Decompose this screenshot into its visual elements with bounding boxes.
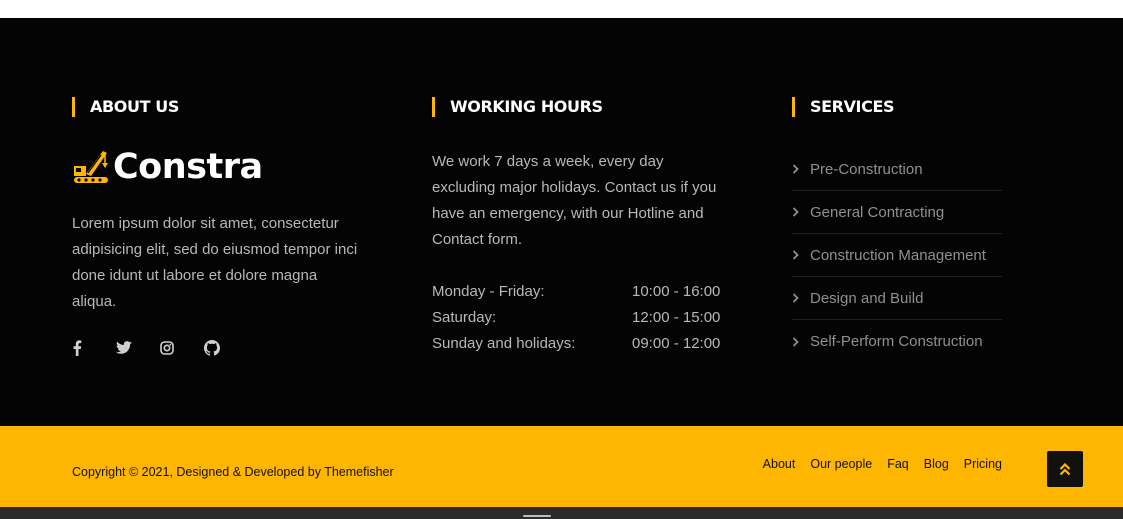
double-chevron-up-icon <box>1059 462 1071 475</box>
services-title: SERVICES <box>792 97 895 117</box>
hours-time: 10:00 - 16:00 <box>632 283 721 300</box>
chevron-right-icon <box>792 336 810 347</box>
hours-time: 09:00 - 12:00 <box>632 335 721 352</box>
chevron-right-icon <box>792 164 810 174</box>
scroll-handle[interactable] <box>523 515 551 517</box>
hours-title: WORKING HOURS <box>432 97 603 117</box>
hours-row: Sunday and holidays: 09:00 - 12:00 <box>432 331 722 357</box>
social-links <box>72 340 248 356</box>
instagram-icon[interactable] <box>160 340 204 356</box>
about-title: ABOUT US <box>72 97 179 117</box>
service-label: Self-Perform Construction <box>810 333 983 350</box>
crane-icon <box>74 151 108 183</box>
hours-row: Monday - Friday: 10:00 - 16:00 <box>432 279 722 305</box>
service-link-design-and-build[interactable]: Design and Build <box>792 277 1002 320</box>
about-text: Lorem ipsum dolor sit amet, consectetur … <box>72 215 358 310</box>
hours-table: Monday - Friday: 10:00 - 16:00 Saturday:… <box>432 279 722 357</box>
facebook-icon[interactable] <box>72 340 116 356</box>
hours-day: Sunday and holidays: <box>432 335 576 352</box>
footer-link-our-people[interactable]: Our people <box>810 456 872 472</box>
service-link-pre-construction[interactable]: Pre-Construction <box>792 148 1002 191</box>
logo-text: Constra <box>113 147 263 187</box>
back-to-top-button[interactable] <box>1047 451 1083 487</box>
chevron-right-icon <box>792 250 810 260</box>
top-strip <box>0 0 1123 18</box>
footer-menu: About Our people Faq Blog Pricing <box>748 456 1002 472</box>
service-label: Pre-Construction <box>810 160 923 178</box>
hours-day: Monday - Friday: <box>432 283 545 300</box>
copyright-text: Copyright © 2021, Designed & Developed b… <box>72 465 394 479</box>
copyright-bar: Copyright © 2021, Designed & Developed b… <box>0 426 1123 507</box>
twitter-icon[interactable] <box>116 340 160 356</box>
chevron-right-icon <box>792 207 810 217</box>
hours-time: 12:00 - 15:00 <box>632 309 721 326</box>
hours-day: Saturday: <box>432 309 497 326</box>
footer-link-about[interactable]: About <box>763 456 796 472</box>
service-link-self-perform-construction[interactable]: Self-Perform Construction <box>792 320 1002 363</box>
footer-link-faq[interactable]: Faq <box>887 456 909 472</box>
footer-main: ABOUT US Constra Lorem ipsum dolor sit a… <box>0 18 1123 426</box>
logo[interactable]: Constra <box>72 146 272 188</box>
hours-text: We work 7 days a week, every day excludi… <box>432 153 717 248</box>
services-list: Pre-Construction General Contracting Con… <box>792 148 1002 363</box>
footer-link-pricing[interactable]: Pricing <box>964 456 1002 472</box>
github-icon[interactable] <box>204 340 248 356</box>
chevron-right-icon <box>792 293 810 303</box>
service-label: General Contracting <box>810 203 945 221</box>
service-label: Construction Management <box>810 246 986 264</box>
service-link-construction-management[interactable]: Construction Management <box>792 234 1002 277</box>
footer-link-blog[interactable]: Blog <box>924 456 949 472</box>
hours-row: Saturday: 12:00 - 15:00 <box>432 305 722 331</box>
service-link-general-contracting[interactable]: General Contracting <box>792 191 1002 234</box>
bottom-strip <box>0 507 1123 519</box>
service-label: Design and Build <box>810 289 924 307</box>
